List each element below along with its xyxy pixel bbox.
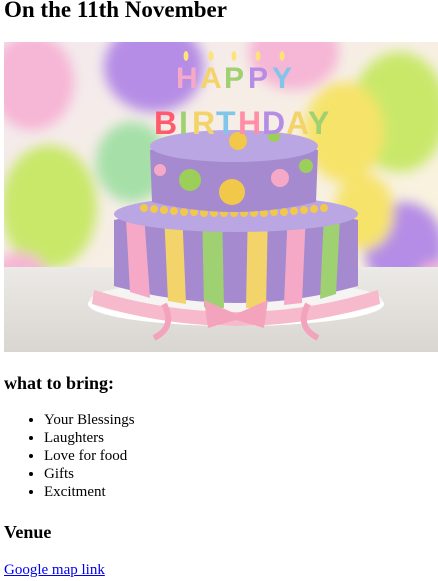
list-item: Gifts [44,465,135,483]
list-item: Laughters [44,429,135,447]
bring-list: Your Blessings Laughters Love for food G… [44,411,135,501]
cake-dot [271,169,289,187]
cake-dot [299,159,313,173]
list-item: Excitment [44,483,135,501]
google-map-link[interactable]: Google map link [4,561,105,579]
svg-text:P: P [248,62,268,95]
svg-text:Y: Y [308,105,329,141]
svg-text:R: R [192,105,215,141]
svg-text:B: B [154,105,177,141]
list-item: Your Blessings [44,411,135,429]
svg-text:D: D [262,105,285,141]
cake-top-tier [150,130,318,212]
cake-dot [154,164,166,176]
birthday-cake-image: H A P P Y B I R T H D A Y [4,42,438,352]
list-item: Love for food [44,447,135,465]
cake-dot [179,169,201,191]
svg-text:P: P [224,62,244,95]
what-to-bring-heading: what to bring: [4,373,115,393]
page-title: On the 11th November [4,0,227,22]
balloon [4,145,97,269]
svg-text:H: H [176,62,198,95]
svg-text:A: A [200,62,222,95]
cake-dot [219,179,245,205]
svg-text:T: T [216,105,236,141]
svg-text:Y: Y [272,62,292,95]
venue-heading: Venue [4,522,52,542]
svg-text:I: I [179,105,188,141]
svg-text:H: H [238,105,261,141]
svg-text:A: A [286,105,309,141]
